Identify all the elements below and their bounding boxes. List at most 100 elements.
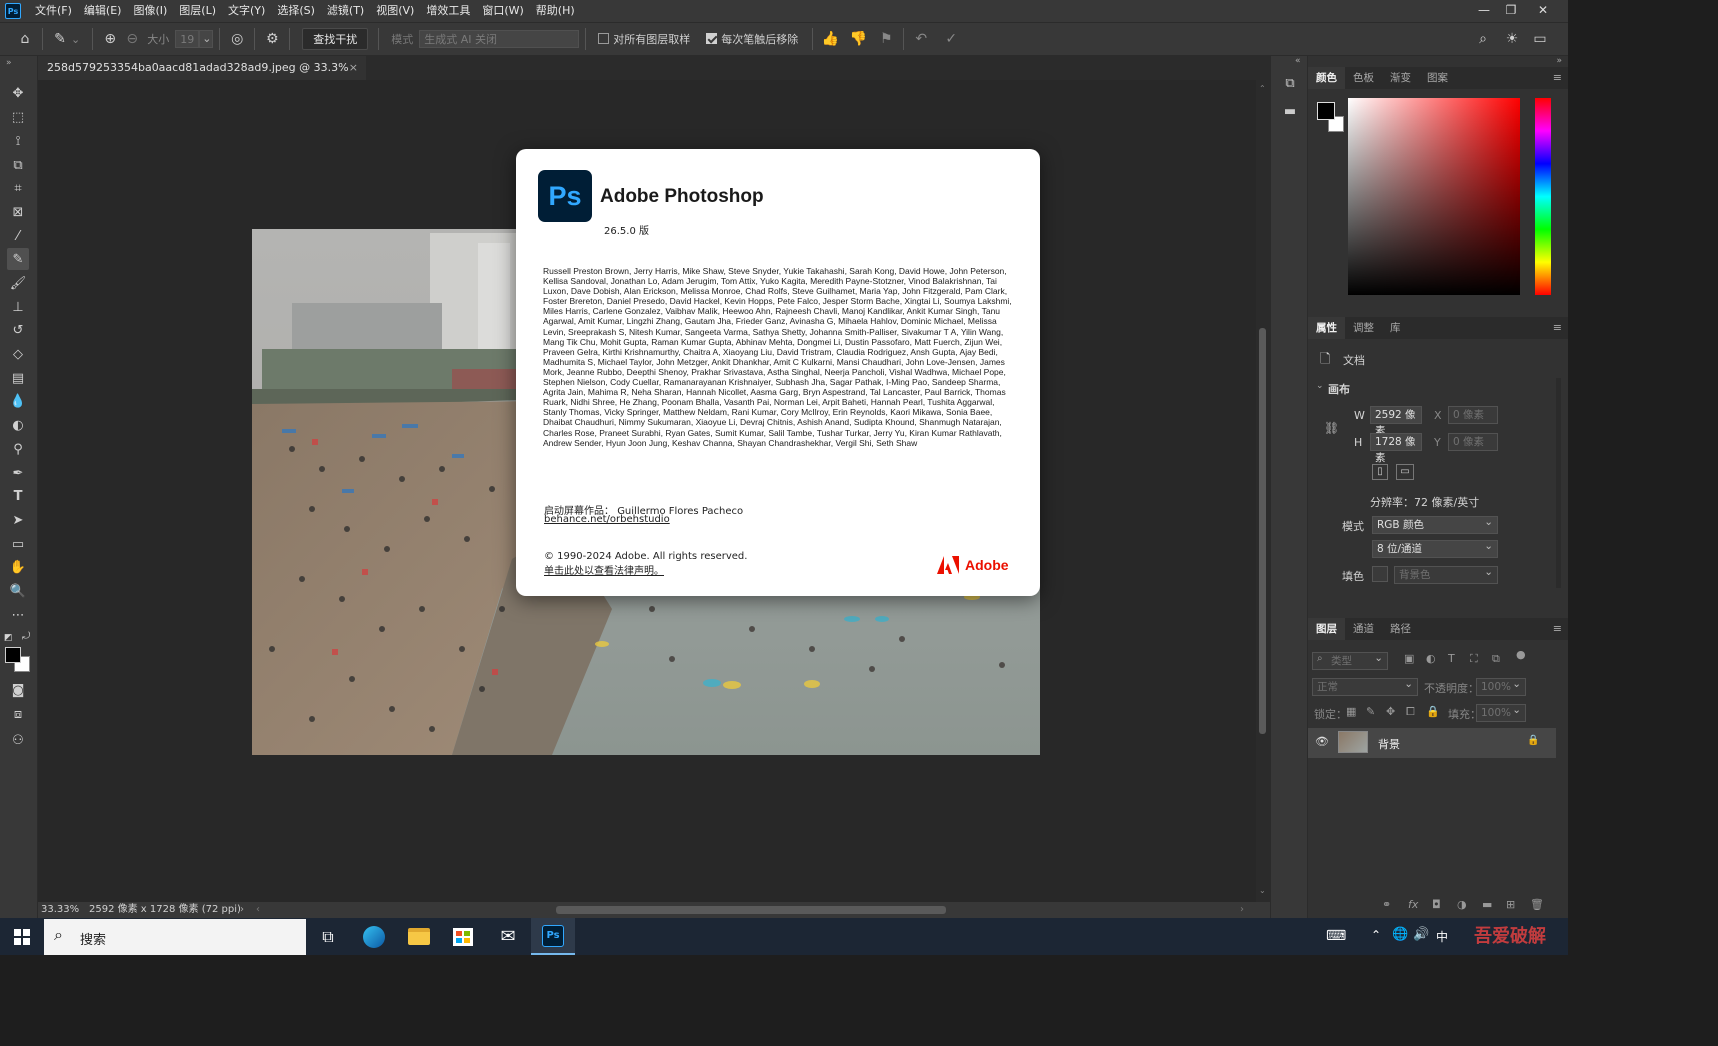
edge-browser-icon[interactable] <box>352 918 396 955</box>
scroll-down-icon[interactable]: ⌄ <box>1259 886 1266 895</box>
properties-scrollbar[interactable] <box>1556 378 1561 588</box>
shape-filter-icon[interactable]: ⛶ <box>1470 652 1478 666</box>
link-icon[interactable]: ⛓ <box>1324 421 1339 435</box>
panel-menu-icon[interactable]: ≡ <box>1553 618 1562 640</box>
document-tab[interactable]: 258d579253354ba0aacd81adad328ad9.jpeg @ … <box>38 56 366 98</box>
zoom-level[interactable]: 33.33% <box>41 902 79 918</box>
panel-menu-icon[interactable]: ≡ <box>1553 67 1562 89</box>
remove-tool-preset-icon[interactable]: ✎ <box>49 28 71 50</box>
thumbs-up-icon[interactable]: 👍 <box>819 28 841 50</box>
pressure-icon[interactable]: ◎ <box>226 28 248 50</box>
close-tab-icon[interactable]: × <box>349 56 358 80</box>
frame-tool-icon[interactable]: ⊠ <box>7 201 29 223</box>
landscape-icon[interactable]: ▭ <box>1396 464 1414 480</box>
hand-tool-icon[interactable]: ✋ <box>7 556 29 578</box>
new-group-icon[interactable]: ▬ <box>1482 898 1492 911</box>
width-field[interactable]: 2592 像素 <box>1370 406 1422 437</box>
menu-window[interactable]: 窗口(W) <box>476 0 529 22</box>
eye-icon[interactable]: 👁 <box>1315 735 1329 748</box>
menu-select[interactable]: 选择(S) <box>271 0 321 22</box>
height-field[interactable]: 1728 像素 <box>1370 433 1422 464</box>
filter-toggle-icon[interactable]: ● <box>1516 648 1526 661</box>
tab-swatches[interactable]: 色板 <box>1345 67 1382 89</box>
quick-mask-icon[interactable]: ◙ <box>7 679 29 701</box>
bit-depth-select[interactable]: 8 位/通道 <box>1372 538 1498 558</box>
x-field[interactable]: 0 像素 <box>1448 406 1498 424</box>
menu-filter[interactable]: 滤镜(T) <box>321 0 370 22</box>
search-icon[interactable]: ⌕ <box>1472 28 1494 50</box>
layer-row-background[interactable]: 👁 背景 🔒 <box>1308 728 1556 758</box>
tab-paths[interactable]: 路径 <box>1382 618 1419 640</box>
menu-image[interactable]: 图像(I) <box>127 0 173 22</box>
canvas-section-title[interactable]: 画布 <box>1328 381 1350 397</box>
menu-view[interactable]: 视图(V) <box>370 0 420 22</box>
layer-name[interactable]: 背景 <box>1378 736 1400 752</box>
gradient-tool-icon[interactable]: ▤ <box>7 367 29 389</box>
collapse-left-icon[interactable]: « <box>1295 56 1301 66</box>
tab-libraries[interactable]: 库 <box>1382 317 1409 339</box>
windows-start-icon[interactable] <box>0 918 44 955</box>
microsoft-store-icon[interactable] <box>441 918 485 955</box>
lock-all-icon[interactable]: 🔒 <box>1426 705 1440 718</box>
type-filter-icon[interactable]: T <box>1448 652 1455 665</box>
tab-channels[interactable]: 通道 <box>1345 618 1382 640</box>
tab-color[interactable]: 颜色 <box>1308 67 1345 89</box>
volume-icon[interactable]: 🔊 <box>1413 927 1429 942</box>
new-layer-icon[interactable]: ⊞ <box>1506 898 1515 911</box>
adjustment-filter-icon[interactable]: ◐ <box>1426 652 1436 665</box>
trash-icon[interactable]: 🗑 <box>1530 898 1544 911</box>
menu-type[interactable]: 文字(Y) <box>222 0 271 22</box>
smart-object-filter-icon[interactable]: ⧉ <box>1492 652 1500 666</box>
foreground-swatch[interactable] <box>1317 102 1335 120</box>
show-hidden-icons-icon[interactable]: ⌃ <box>1371 928 1381 942</box>
object-select-tool-icon[interactable]: ⧉ <box>7 154 29 176</box>
tab-patterns[interactable]: 图案 <box>1419 67 1456 89</box>
menu-edit[interactable]: 编辑(E) <box>78 0 128 22</box>
tab-adjustments[interactable]: 调整 <box>1345 317 1382 339</box>
remove-after-stroke-checkbox[interactable]: 每次笔触后移除 <box>706 31 798 47</box>
edit-toolbar-icon[interactable]: ⚇ <box>7 729 29 751</box>
zoom-tool-icon[interactable]: 🔍 <box>7 580 29 602</box>
collapse-right-icon[interactable]: » <box>1556 56 1562 66</box>
chevron-right-icon[interactable]: › <box>240 902 244 918</box>
brush-subtract-icon[interactable]: ⊖ <box>121 28 143 50</box>
discover-icon[interactable]: ☀ <box>1501 28 1523 50</box>
checkbox-checked-icon[interactable] <box>706 33 718 44</box>
menu-file[interactable]: 文件(F) <box>29 0 78 22</box>
eyedropper-tool-icon[interactable]: ⁄ <box>7 225 29 247</box>
crop-tool-icon[interactable]: ⌗ <box>7 177 29 199</box>
horizontal-scroll-thumb[interactable] <box>556 906 946 914</box>
workspace-icon[interactable]: ▭ <box>1529 28 1551 50</box>
menu-plugins[interactable]: 增效工具 <box>420 0 476 22</box>
stamp-tool-icon[interactable]: ⊥ <box>7 296 29 318</box>
mode-select[interactable]: 生成式 AI 关闭 <box>419 30 580 48</box>
more-tools-icon[interactable]: ⋯ <box>7 604 29 626</box>
chevron-down-icon[interactable]: ⌄ <box>1316 381 1324 391</box>
comments-panel-icon[interactable]: ▬ <box>1281 104 1299 122</box>
tab-gradients[interactable]: 渐变 <box>1382 67 1419 89</box>
ime-indicator[interactable]: 中 <box>1436 928 1448 945</box>
collapse-arrows-icon[interactable]: » <box>6 58 12 68</box>
thumbs-down-icon[interactable]: 👎 <box>847 28 869 50</box>
photoshop-taskbar-icon[interactable]: Ps <box>531 918 575 955</box>
task-view-icon[interactable]: ⧉ <box>306 918 350 955</box>
home-icon[interactable]: ⌂ <box>14 28 36 50</box>
opacity-field[interactable]: 100% <box>1476 676 1526 696</box>
rectangle-tool-icon[interactable]: ▭ <box>7 533 29 555</box>
close-icon[interactable]: ✕ <box>1529 0 1557 22</box>
default-colors-icon[interactable]: ◩ <box>4 633 13 643</box>
sample-all-layers-checkbox[interactable]: 对所有图层取样 <box>598 31 690 47</box>
restore-icon[interactable]: ❐ <box>1497 0 1525 22</box>
color-picker-field[interactable] <box>1348 98 1520 295</box>
lock-pixels-icon[interactable]: ✎ <box>1366 705 1375 718</box>
about-photoshop-dialog[interactable]: Ps Adobe Photoshop 26.5.0 版 Russell Pres… <box>516 149 1040 596</box>
flag-icon[interactable]: ⚑ <box>875 28 897 50</box>
vertical-scrollbar[interactable]: ⌃ ⌄ <box>1256 80 1270 902</box>
chevron-down-icon[interactable]: ⌄ <box>71 33 80 46</box>
marquee-tool-icon[interactable]: ⬚ <box>7 106 29 128</box>
foreground-color-swatch[interactable] <box>5 647 21 663</box>
scroll-up-icon[interactable]: ⌃ <box>1259 84 1266 93</box>
tab-layers[interactable]: 图层 <box>1308 618 1345 640</box>
blend-mode-select[interactable]: 正常 <box>1312 676 1418 696</box>
hue-slider[interactable] <box>1535 98 1551 295</box>
